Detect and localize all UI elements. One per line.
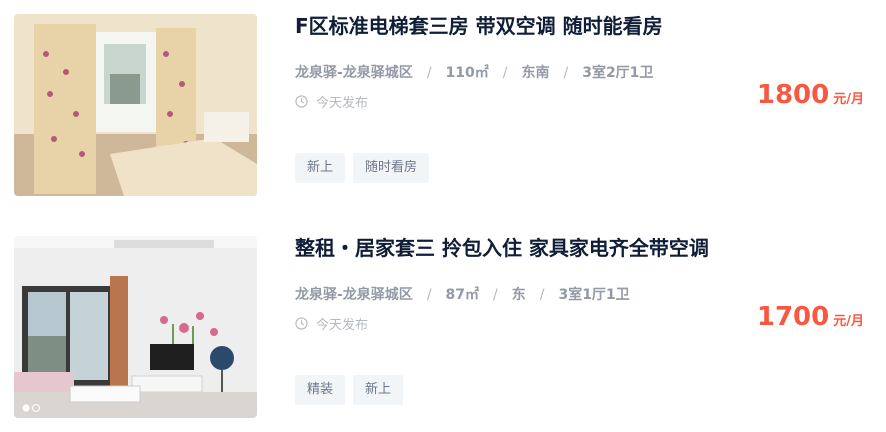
listing-publish-time: 今天发布	[295, 314, 368, 333]
meta-separator: /	[539, 287, 545, 303]
publish-time-text: 今天发布	[316, 318, 369, 333]
listing-community-link[interactable]: 龙泉驿-龙泉驿城区	[295, 65, 413, 81]
tag-new: 新上	[295, 153, 346, 183]
price-value: 1700	[756, 302, 830, 332]
listing-orientation: 东	[511, 287, 526, 303]
listing-title[interactable]: 整租・居家套三 拎包入住 家具家电齐全带空调	[295, 232, 709, 261]
meta-separator: /	[563, 65, 569, 81]
listing-price: 1700 元/月	[757, 302, 864, 332]
publish-time-text: 今天发布	[316, 96, 369, 111]
meta-separator: /	[502, 65, 508, 81]
meta-separator: /	[426, 65, 432, 81]
listing-tags: 精装 新上	[295, 375, 404, 405]
tag-viewing-anytime: 随时看房	[353, 153, 430, 183]
listing-title[interactable]: F区标准电梯套三房 带双空调 随时能看房	[295, 10, 663, 39]
clock-icon	[295, 95, 308, 108]
tag-new: 新上	[353, 375, 404, 405]
listing-layout: 3室2厅1卫	[582, 65, 654, 81]
meta-separator: /	[493, 287, 498, 303]
listing-photo[interactable]	[14, 236, 257, 418]
listing-area: 110㎡	[445, 65, 489, 81]
clock-icon	[295, 317, 308, 330]
listing-card[interactable]: 整租・居家套三 拎包入住 家具家电齐全带空调 龙泉驿-龙泉驿城区 / 87㎡ / 东 / 3…	[0, 222, 886, 432]
listing-card[interactable]: F区标准电梯套三房 带双空调 随时能看房 龙泉驿-龙泉驿城区 / 110㎡ / 东南 / 3…	[0, 0, 886, 210]
meta-separator: /	[426, 287, 432, 303]
listing-meta: 龙泉驿-龙泉驿城区 / 87㎡ / 东 / 3室1厅1卫	[295, 284, 630, 304]
listing-publish-time: 今天发布	[295, 92, 368, 111]
price-value: 1800	[756, 80, 830, 110]
listing-meta: 龙泉驿-龙泉驿城区 / 110㎡ / 东南 / 3室2厅1卫	[295, 62, 653, 82]
listing-community-link[interactable]: 龙泉驿-龙泉驿城区	[295, 287, 413, 303]
listing-tags: 新上 随时看房	[295, 153, 430, 183]
listing-photo[interactable]	[14, 14, 257, 196]
price-unit: 元/月	[833, 92, 864, 107]
listing-orientation: 东南	[521, 65, 550, 81]
listing-area: 87㎡	[445, 287, 480, 303]
tag-decorated: 精装	[295, 375, 346, 405]
listing-price: 1800 元/月	[757, 80, 864, 110]
price-unit: 元/月	[833, 314, 864, 329]
listing-layout: 3室1厅1卫	[558, 287, 630, 303]
